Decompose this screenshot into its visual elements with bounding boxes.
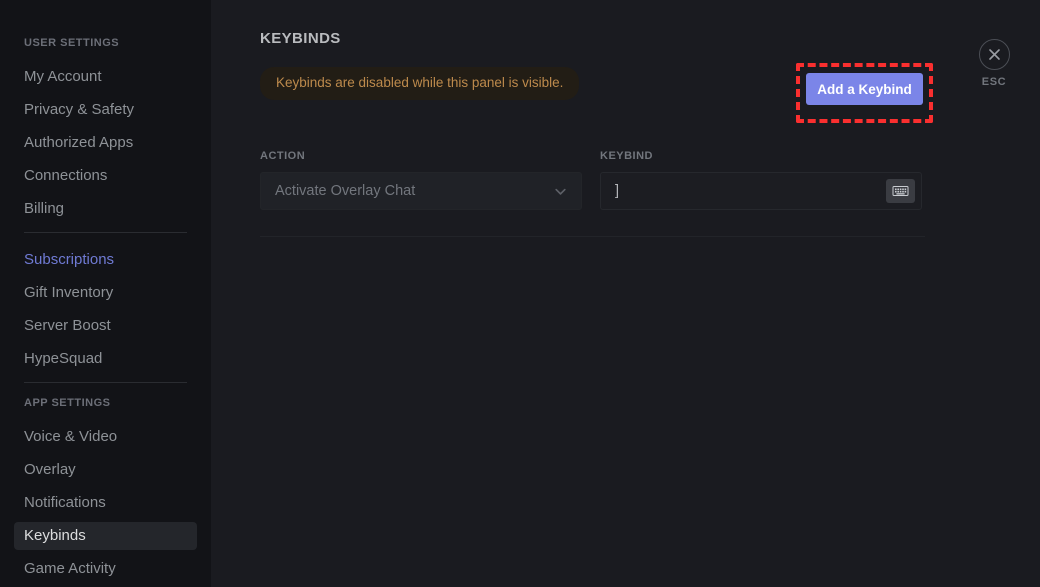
sidebar-item-my-account[interactable]: My Account (14, 63, 197, 91)
close-settings-button[interactable]: ESC (976, 39, 1012, 88)
sidebar-section-user-settings: USER SETTINGS (24, 37, 120, 49)
keybinds-disabled-warning: Keybinds are disabled while this panel i… (260, 67, 580, 100)
sidebar-item-label: HypeSquad (24, 350, 103, 367)
sidebar-item-label: Gift Inventory (24, 284, 114, 301)
discord-user-settings-window: USER SETTINGS My Account Privacy & Safet… (0, 0, 1040, 587)
sidebar-item-game-activity[interactable]: Game Activity (14, 555, 197, 583)
keybind-row-divider (260, 236, 925, 237)
sidebar-item-privacy-and-safety[interactable]: Privacy & Safety (14, 96, 197, 124)
action-select-value: Activate Overlay Chat (275, 183, 416, 199)
add-a-keybind-button[interactable]: Add a Keybind (806, 73, 923, 105)
sidebar-item-label: Subscriptions (24, 251, 115, 268)
keyboard-icon (892, 186, 909, 196)
sidebar-item-server-boost[interactable]: Server Boost (14, 312, 197, 340)
sidebar-divider-1 (24, 232, 187, 233)
action-select[interactable]: Activate Overlay Chat (260, 172, 582, 210)
sidebar-item-keybinds[interactable]: Keybinds (14, 522, 197, 550)
keybind-row: ACTION Activate Overlay Chat KEYBIND ] (260, 150, 930, 210)
keybind-input[interactable]: ] (600, 172, 922, 210)
close-icon (988, 49, 1000, 60)
sidebar-divider-2 (24, 382, 187, 383)
keybind-field-group: KEYBIND ] (600, 150, 922, 210)
sidebar-item-label: Connections (24, 167, 108, 184)
sidebar-item-notifications[interactable]: Notifications (14, 489, 197, 517)
sidebar-item-label: Notifications (24, 494, 106, 511)
sidebar-item-authorized-apps[interactable]: Authorized Apps (14, 129, 197, 157)
sidebar-item-label: My Account (24, 68, 102, 85)
keybind-input-value: ] (615, 183, 620, 199)
close-esc-label: ESC (981, 76, 1007, 88)
sidebar-item-label: Privacy & Safety (24, 101, 135, 118)
sidebar-item-voice-and-video[interactable]: Voice & Video (14, 423, 197, 451)
sidebar-item-label: Keybinds (24, 527, 86, 544)
sidebar-item-hypesquad[interactable]: HypeSquad (14, 345, 197, 373)
sidebar-item-gift-inventory[interactable]: Gift Inventory (14, 279, 197, 307)
action-field-group: ACTION Activate Overlay Chat (260, 150, 582, 210)
keybinds-settings-panel: KEYBINDS Keybinds are disabled while thi… (211, 0, 1040, 587)
sidebar-item-label: Game Activity (24, 560, 116, 577)
keybind-field-label: KEYBIND (600, 150, 654, 162)
page-title: KEYBINDS (260, 30, 341, 47)
sidebar-item-label: Billing (24, 200, 65, 217)
sidebar-item-billing[interactable]: Billing (14, 195, 197, 223)
keybinds-content: KEYBINDS Keybinds are disabled while thi… (260, 30, 933, 237)
sidebar-item-subscriptions[interactable]: Subscriptions (14, 246, 197, 274)
close-icon-circle (978, 39, 1010, 70)
action-field-label: ACTION (260, 150, 306, 162)
sidebar-item-connections[interactable]: Connections (14, 162, 197, 190)
record-keybind-button[interactable] (886, 179, 915, 203)
settings-sidebar: USER SETTINGS My Account Privacy & Safet… (0, 0, 211, 587)
sidebar-item-label: Authorized Apps (24, 134, 134, 151)
sidebar-item-overlay[interactable]: Overlay (14, 456, 197, 484)
sidebar-section-app-settings: APP SETTINGS (24, 397, 111, 409)
sidebar-item-label: Overlay (24, 461, 76, 478)
add-keybind-annotation-wrap: Add a Keybind (796, 63, 933, 123)
sidebar-item-label: Server Boost (24, 317, 111, 334)
chevron-down-icon (555, 188, 566, 195)
sidebar-item-label: Voice & Video (24, 428, 118, 445)
